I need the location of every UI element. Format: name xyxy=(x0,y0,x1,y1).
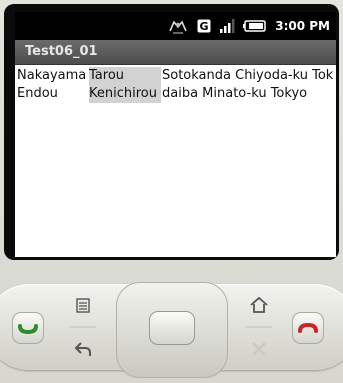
battery-icon xyxy=(243,20,267,32)
keypad-divider xyxy=(70,326,96,328)
keypad-divider xyxy=(246,326,272,328)
hardware-keypad xyxy=(0,268,343,383)
android-debug-icon xyxy=(167,18,189,34)
search-button[interactable] xyxy=(248,338,270,360)
back-button[interactable] xyxy=(72,338,94,360)
phone-body: G 3:00 PM Test06_01 Nakayama Tarou Sotok… xyxy=(0,0,343,383)
last-name-cell: Nakayama xyxy=(17,68,87,83)
dpad-center-button[interactable] xyxy=(149,311,195,345)
home-icon xyxy=(250,296,268,313)
address-cell: Sotokanda Chiyoda-ku Tok xyxy=(162,68,334,83)
first-name-cell: Tarou xyxy=(89,67,161,85)
end-call-button[interactable] xyxy=(292,312,324,344)
first-name-cell: Kenichirou xyxy=(89,85,161,103)
status-bar: G 3:00 PM xyxy=(15,12,336,40)
list-item[interactable]: Endou Kenichirou daiba Minato-ku Tokyo xyxy=(15,85,336,103)
signal-bars-icon xyxy=(219,19,235,33)
device-screen: G 3:00 PM Test06_01 Nakayama Tarou Sotok… xyxy=(15,12,336,257)
menu-button[interactable] xyxy=(72,296,94,316)
svg-text:G: G xyxy=(200,20,209,33)
end-call-icon xyxy=(298,322,318,333)
gps-g-icon: G xyxy=(197,19,211,33)
call-icon xyxy=(18,324,38,335)
list-content[interactable]: Nakayama Tarou Sotokanda Chiyoda-ku Tok … xyxy=(15,65,336,257)
status-time: 3:00 PM xyxy=(275,19,330,33)
status-icons: G 3:00 PM xyxy=(167,18,330,34)
app-title: Test06_01 xyxy=(25,44,98,59)
call-button[interactable] xyxy=(12,312,44,344)
search-icon xyxy=(252,342,266,356)
menu-icon xyxy=(76,298,90,313)
list-item[interactable]: Nakayama Tarou Sotokanda Chiyoda-ku Tok xyxy=(15,67,336,85)
title-bar: Test06_01 xyxy=(15,40,336,65)
back-icon xyxy=(74,342,91,356)
home-button[interactable] xyxy=(248,294,270,316)
last-name-cell: Endou xyxy=(17,86,58,101)
screen-bezel: G 3:00 PM Test06_01 Nakayama Tarou Sotok… xyxy=(4,4,339,260)
address-cell: daiba Minato-ku Tokyo xyxy=(162,86,308,101)
